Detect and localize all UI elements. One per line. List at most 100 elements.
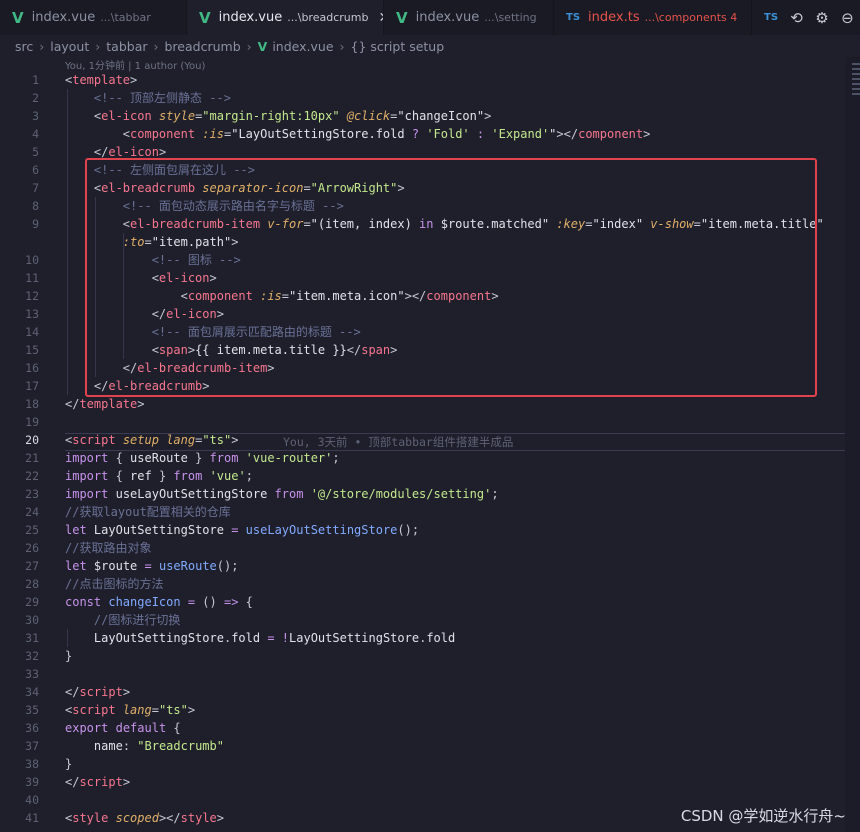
chevron-right-icon: › — [153, 38, 159, 54]
tab-bar: V index.vue ...\tabbar V index.vue ...\b… — [0, 0, 860, 35]
code-token: style — [180, 811, 217, 825]
code-token: } — [151, 469, 174, 483]
code-line[interactable]: 35 <script lang="ts"> — [0, 701, 860, 719]
code-token: ref — [130, 469, 152, 483]
code-line[interactable]: 4 <component :is="LayOutSettingStore.fol… — [0, 125, 860, 143]
line-number: 2 — [32, 91, 39, 105]
line-number: 28 — [25, 577, 39, 591]
code-token: el-icon — [108, 145, 159, 159]
code-token: const — [65, 595, 102, 609]
timeline-icon[interactable]: ⊖ — [841, 9, 854, 27]
code-line[interactable]: 36 export default { — [0, 719, 860, 737]
line-number: 12 — [25, 289, 39, 303]
breadcrumb-item-tabbar[interactable]: tabbar — [106, 39, 147, 54]
breadcrumb-item-breadcrumb[interactable]: breadcrumb — [165, 39, 241, 54]
code-text: <style scoped></style> — [65, 809, 224, 827]
tab-path: ...\tabbar — [100, 11, 151, 24]
code-token: ; — [332, 451, 340, 465]
code-line[interactable]: 33 — [0, 665, 860, 683]
code-token: changeIcon — [108, 595, 181, 609]
code-text: <!-- 顶部左侧静态 --> — [65, 89, 231, 107]
breadcrumb: src › layout › tabbar › breadcrumb › V i… — [0, 35, 860, 57]
code-text: } — [65, 755, 72, 773]
code-line[interactable]: 34 </script> — [0, 683, 860, 701]
tab-label: index.vue — [31, 10, 96, 25]
code-line[interactable]: 23 import useLayOutSettingStore from '@/s… — [0, 485, 860, 503]
code-token: = — [187, 595, 196, 609]
breadcrumb-item-layout[interactable]: layout — [50, 39, 89, 54]
tab-index-vue-tabbar[interactable]: V index.vue ...\tabbar — [0, 0, 187, 35]
code-line[interactable]: 2 <!-- 顶部左侧静态 --> — [0, 89, 860, 107]
code-token: el-icon — [101, 109, 152, 123]
code-line[interactable]: 37 name: "Breadcrumb" — [0, 737, 860, 755]
code-line[interactable]: 26 //获取路由对象 — [0, 539, 860, 557]
code-token: LayOutSettingStore — [93, 631, 224, 645]
breadcrumb-item-symbol[interactable]: {} script setup — [351, 39, 445, 54]
code-line[interactable]: 28 //点击图标的方法 — [0, 575, 860, 593]
line-number: 31 — [25, 631, 39, 645]
code-text: export default { — [65, 719, 181, 737]
code-line[interactable]: 39 </script> — [0, 773, 860, 791]
line-number: 23 — [25, 487, 39, 501]
code-line[interactable]: 32} — [0, 647, 860, 665]
code-token: import — [65, 469, 109, 483]
chevron-right-icon: › — [339, 38, 345, 54]
tab-label: index.vue — [415, 10, 480, 25]
code-token: 'Expand' — [491, 127, 550, 141]
code-token: = — [144, 559, 152, 573]
code-text: import { useRoute } from 'vue-router'; — [65, 449, 340, 467]
code-text: //获取路由对象 — [65, 539, 151, 557]
code-line[interactable]: 31 LayOutSettingStore.fold = !LayOutSett… — [0, 629, 860, 647]
code-token: </ — [65, 775, 80, 789]
code-line[interactable]: 19 — [0, 413, 860, 431]
code-text: import useLayOutSettingStore from '@/sto… — [65, 485, 499, 503]
code-line[interactable]: 24 //获取layout配置相关的仓库 — [0, 503, 860, 521]
line-number: 24 — [25, 505, 39, 519]
minimap — [852, 60, 860, 200]
code-line[interactable]: 3 <el-icon style="margin-right:10px" @cl… — [0, 107, 860, 125]
code-token: > — [643, 127, 651, 141]
code-line[interactable]: 27 let $route = useRoute(); — [0, 557, 860, 575]
code-token: //获取路由对象 — [65, 541, 152, 555]
code-line[interactable]: 29 const changeIcon = () => { — [0, 593, 860, 611]
code-line[interactable]: 21 import { useRoute } from 'vue-router'; — [0, 449, 860, 467]
code-token: default — [115, 721, 167, 735]
breadcrumb-item-src[interactable]: src — [15, 39, 33, 54]
code-line[interactable]: 1 <template> — [0, 71, 860, 89]
line-number: 16 — [25, 361, 39, 375]
tab-ts-overflow[interactable]: TS — [752, 0, 786, 35]
codelens-blame[interactable]: You, 1分钟前 | 1 author (You) — [65, 57, 205, 72]
code-token: </ — [65, 145, 109, 159]
history-icon[interactable]: ⟲ — [790, 9, 803, 27]
code-token: //图标进行切换 — [93, 613, 181, 627]
code-token: import — [65, 487, 109, 501]
code-line[interactable]: 25 let LayOutSettingStore = useLayOutSett… — [0, 521, 860, 539]
code-line[interactable]: 30 //图标进行切换 — [0, 611, 860, 629]
code-line[interactable]: 22 import { ref } from 'vue'; — [0, 467, 860, 485]
code-token: 'vue' — [209, 469, 246, 483]
line-number: 15 — [25, 343, 39, 357]
line-number: 29 — [25, 595, 39, 609]
code-text: <script lang="ts"> — [65, 701, 195, 719]
code-line[interactable]: 18 </template> — [0, 395, 860, 413]
tab-index-vue-setting[interactable]: V index.vue ...\setting — [384, 0, 554, 35]
line-number: 14 — [25, 325, 39, 339]
tab-index-ts-components[interactable]: TS index.ts ...\components 4 — [554, 0, 752, 35]
watermark: CSDN @学如逆水行舟~ — [680, 807, 846, 825]
code-token: script — [72, 703, 116, 717]
line-number: 40 — [25, 793, 39, 807]
code-line[interactable]: 38} — [0, 755, 860, 773]
code-token: useLayOutSettingStore — [245, 523, 398, 537]
breadcrumb-item-file[interactable]: index.vue — [272, 39, 333, 54]
code-text: let $route = useRoute(); — [65, 557, 238, 575]
code-token: ; — [245, 469, 253, 483]
line-number: 13 — [25, 307, 39, 321]
compare-icon[interactable]: ⚙ — [815, 9, 828, 27]
tab-index-vue-breadcrumb[interactable]: V index.vue ...\breadcrumb ✕ — [187, 0, 384, 35]
line-number: 8 — [32, 199, 39, 213]
chevron-right-icon: › — [246, 38, 252, 54]
